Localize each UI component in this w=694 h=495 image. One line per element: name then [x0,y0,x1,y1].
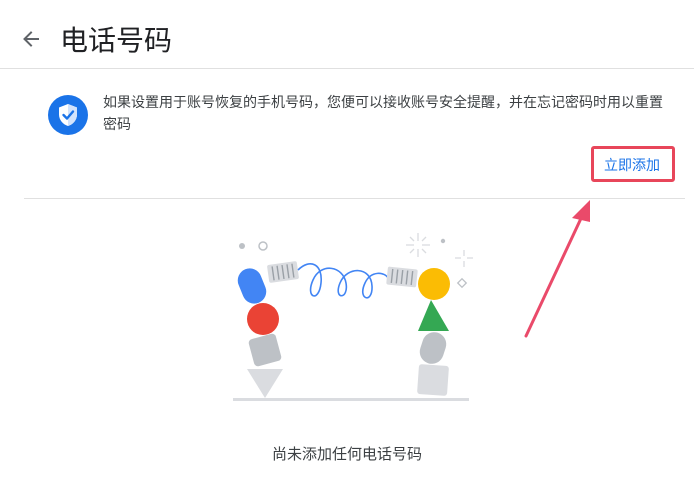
info-message: 如果设置用于账号恢复的手机号码，您便可以接收账号安全提醒，并在忘记密码时用以重置… [103,95,663,133]
empty-state-illustration [233,233,473,401]
divider [24,198,685,199]
back-button[interactable] [18,26,44,52]
arrow-left-icon [23,31,39,47]
empty-state-text: 尚未添加任何电话号码 [271,445,422,463]
page-header: 电话号码 [0,0,694,69]
add-now-button[interactable]: 立即添加 [604,156,660,176]
shield-check-icon [48,95,88,135]
page-title: 电话号码 [60,24,173,57]
